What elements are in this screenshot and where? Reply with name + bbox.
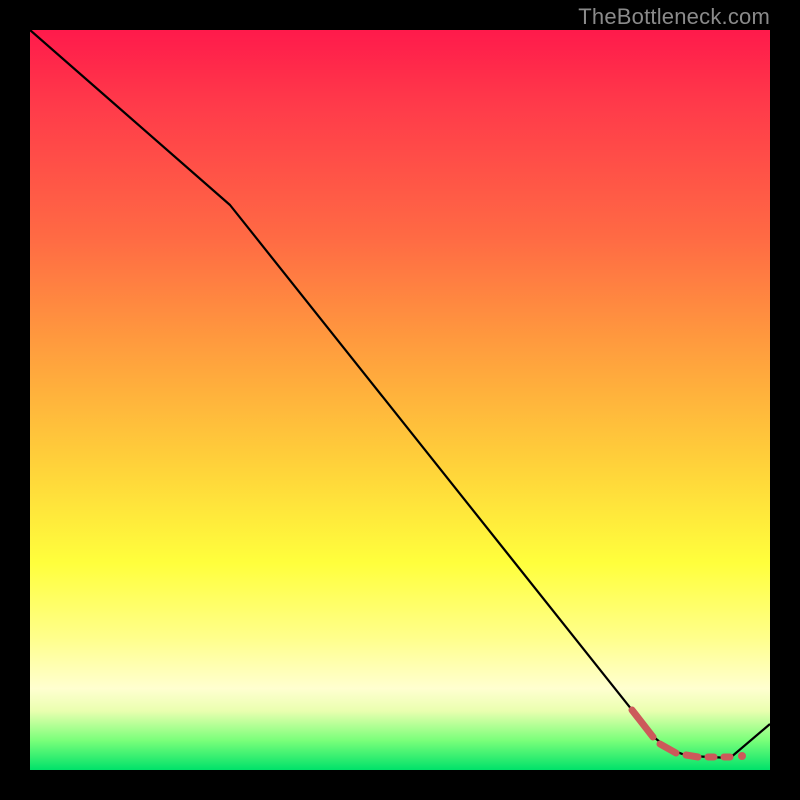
optimal-range-marker bbox=[632, 710, 746, 760]
watermark-text: TheBottleneck.com bbox=[578, 4, 770, 30]
chart-frame: TheBottleneck.com bbox=[0, 0, 800, 800]
chart-plot-area bbox=[30, 30, 770, 770]
chart-svg bbox=[30, 30, 770, 770]
bottleneck-curve bbox=[30, 30, 770, 758]
